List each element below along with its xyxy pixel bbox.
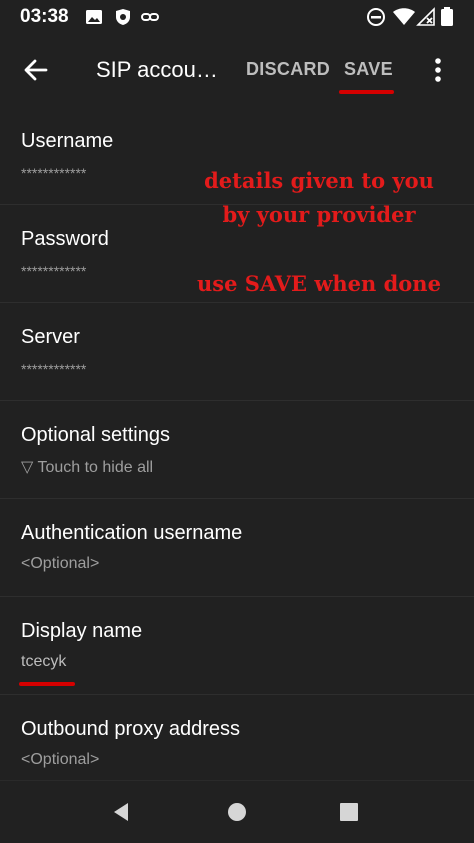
signal-no-data-icon bbox=[416, 7, 435, 26]
annotation-line: by your provider bbox=[222, 202, 416, 227]
status-time: 03:38 bbox=[20, 6, 69, 27]
pref-summary: tcecyk bbox=[21, 653, 67, 670]
save-highlight-underline bbox=[339, 90, 394, 94]
navigation-bar bbox=[0, 780, 474, 843]
pref-title: Password bbox=[21, 228, 109, 250]
pref-outbound-proxy[interactable]: Outbound proxy address <Optional> bbox=[0, 695, 474, 780]
more-options-icon[interactable] bbox=[424, 54, 452, 86]
pref-title: Server bbox=[21, 326, 80, 348]
pref-summary: ************ bbox=[21, 263, 87, 279]
pref-authentication-username[interactable]: Authentication username <Optional> bbox=[0, 499, 474, 597]
link-icon bbox=[141, 13, 159, 21]
pref-summary: <Optional> bbox=[21, 555, 100, 572]
annotation-line: use SAVE when done bbox=[197, 271, 441, 296]
pref-server[interactable]: Server ************ bbox=[0, 303, 474, 401]
wifi-icon bbox=[393, 8, 415, 25]
pref-title: Username bbox=[21, 130, 114, 152]
pref-title: Authentication username bbox=[21, 522, 243, 544]
annotation-line: details given to you bbox=[204, 168, 434, 193]
pref-display-name[interactable]: Display name tcecyk bbox=[0, 597, 474, 695]
pref-summary: ************ bbox=[21, 361, 87, 377]
page-title: SIP accou… bbox=[96, 57, 218, 82]
save-button[interactable]: SAVE bbox=[344, 59, 393, 80]
app-bar: SIP accou… DISCARD SAVE bbox=[0, 34, 474, 104]
pref-optional-settings[interactable]: Optional settings ▽ Touch to hide all bbox=[0, 401, 474, 499]
image-icon bbox=[86, 10, 102, 24]
back-triangle-icon[interactable] bbox=[108, 799, 134, 825]
pref-title: Optional settings bbox=[21, 424, 170, 446]
display-name-highlight-underline bbox=[19, 682, 75, 686]
pref-title: Outbound proxy address bbox=[21, 718, 241, 740]
back-arrow-icon[interactable] bbox=[20, 54, 52, 86]
pref-summary: <Optional> bbox=[21, 751, 100, 768]
recents-square-icon[interactable] bbox=[336, 799, 362, 825]
do-not-disturb-icon bbox=[367, 8, 385, 26]
status-bar: 03:38 bbox=[0, 0, 474, 34]
battery-icon bbox=[441, 7, 453, 26]
home-circle-icon[interactable] bbox=[224, 799, 250, 825]
pref-title: Display name bbox=[21, 620, 143, 642]
discard-button[interactable]: DISCARD bbox=[246, 59, 330, 80]
shield-app-icon bbox=[116, 9, 130, 25]
pref-summary: ▽ Touch to hide all bbox=[21, 459, 154, 476]
pref-summary: ************ bbox=[21, 165, 87, 181]
